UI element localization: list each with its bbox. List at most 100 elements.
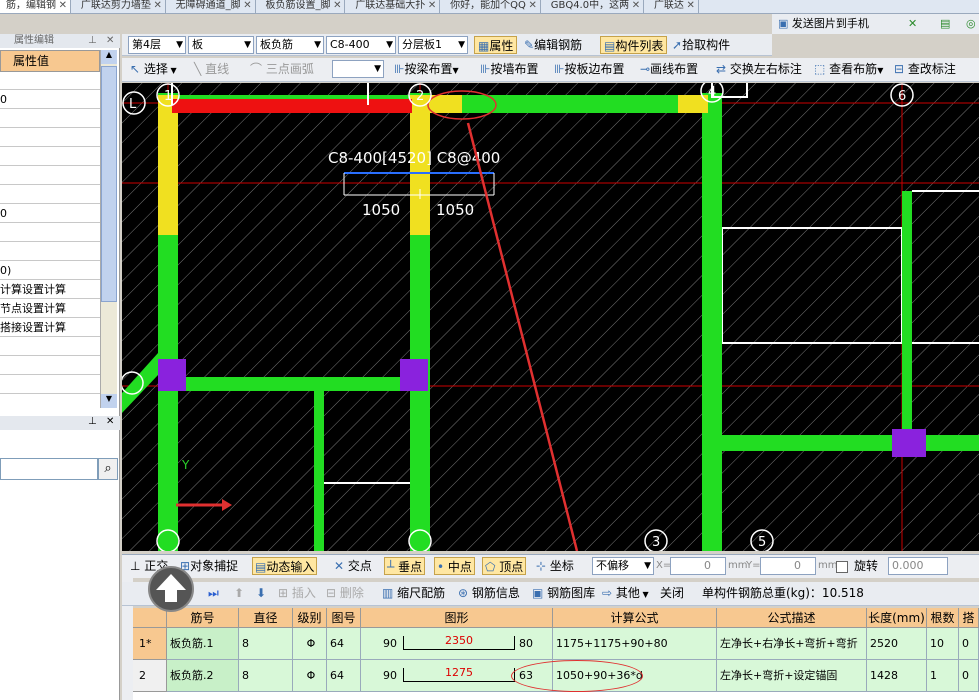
other-menu-button[interactable]: ⇨ 其他 ▼ — [602, 584, 649, 602]
tab-5[interactable]: 你好，能加个QQ ✕ — [444, 0, 541, 13]
select-button[interactable]: ↖ 选择 ▼ — [130, 60, 177, 78]
dynamic-input-toggle[interactable]: ▤动态输入 — [252, 557, 318, 575]
close-icon[interactable]: ✕ — [687, 0, 695, 12]
column-header[interactable]: 搭 — [959, 608, 979, 628]
rebar-grade[interactable]: Φ — [293, 660, 327, 692]
floor-select[interactable]: 第4层 ▼ — [128, 36, 186, 54]
last-record-button[interactable]: ⏭ — [208, 584, 219, 602]
expand-icon[interactable]: ✕ — [908, 14, 917, 34]
midpoint-snap[interactable]: • 中点 — [434, 557, 475, 575]
column-header[interactable]: 公式描述 — [717, 608, 867, 628]
tab-0[interactable]: 筋，编辑钢 ✕ — [0, 0, 71, 13]
column-header[interactable]: 根数 — [927, 608, 959, 628]
rebar-diameter[interactable]: 8 — [239, 628, 293, 660]
scroll-down-icon[interactable]: ▼ — [101, 394, 117, 408]
property-value[interactable] — [0, 357, 100, 375]
pin-icon[interactable]: ⊥ — [88, 416, 97, 427]
rebar-info-button[interactable]: ⊛ 钢筋信息 — [458, 584, 520, 602]
rebar-lap[interactable]: 0 — [959, 660, 979, 692]
close-icon[interactable]: ✕ — [428, 0, 436, 12]
settings-icon[interactable]: ◎ — [966, 14, 976, 34]
formula-description[interactable]: 左净长+弯折+设定锚固 — [717, 660, 867, 692]
column-header[interactable]: 级别 — [293, 608, 327, 628]
move-up-icon[interactable]: ⬆ — [234, 584, 244, 602]
by-wall-button[interactable]: ⊪按墙布置 — [480, 60, 538, 78]
draw-line-button[interactable]: ⊸画线布置 — [640, 60, 698, 78]
arc-mode-select[interactable]: ▼ — [332, 60, 384, 78]
property-value[interactable]: 0) — [0, 262, 100, 280]
close-button[interactable]: 关闭 — [660, 584, 684, 602]
tab-1[interactable]: 广联达剪力墙垫 ✕ — [75, 0, 166, 13]
coordinate-snap[interactable]: ⊹ 坐标 — [536, 557, 574, 575]
rebar-count[interactable]: 10 — [927, 628, 959, 660]
property-value[interactable]: 节点设置计算 — [0, 300, 100, 318]
pin-icon[interactable]: ⊥ — [88, 34, 97, 48]
close-icon[interactable]: ✕ — [106, 34, 114, 48]
intersect-snap[interactable]: ✕ 交点 — [334, 557, 372, 575]
calc-formula[interactable]: 1175+1175+90+80 — [553, 628, 717, 660]
upload-arrow-button[interactable] — [148, 566, 194, 612]
property-scrollbar[interactable]: ▲ ▼ — [100, 50, 117, 408]
row-number[interactable]: 1* — [133, 628, 167, 660]
property-value[interactable] — [0, 72, 100, 90]
close-icon[interactable]: ✕ — [632, 0, 640, 12]
vertex-snap[interactable]: ⬠ 顶点 — [482, 557, 527, 575]
rebar-figure-no[interactable]: 64 — [327, 660, 361, 692]
tab-2[interactable]: 无障碍通道_脚 ✕ — [170, 0, 256, 13]
arc-button[interactable]: ⌒ 三点画弧 — [250, 60, 314, 78]
property-value[interactable] — [0, 110, 100, 128]
formula-description[interactable]: 左净长+右净长+弯折+弯折 — [717, 628, 867, 660]
by-beam-button[interactable]: ⊪按梁布置▼ — [394, 60, 459, 78]
property-value[interactable] — [0, 376, 100, 394]
rebar-name[interactable]: 板负筋.1 — [167, 628, 239, 660]
offset-select[interactable]: 不偏移 ▼ — [592, 557, 654, 575]
rotate-input[interactable]: 0.000 — [888, 557, 948, 575]
property-value[interactable]: 0 — [0, 205, 100, 223]
pick-component-button[interactable]: ➚拾取构件 — [672, 36, 730, 54]
rebar-count[interactable]: 1 — [927, 660, 959, 692]
close-icon[interactable]: ✕ — [529, 0, 537, 12]
delete-button[interactable]: ⊟ 删除 — [326, 584, 364, 602]
property-value[interactable] — [0, 129, 100, 147]
by-slab-edge-button[interactable]: ⊪按板边布置 — [554, 60, 624, 78]
rebar-lap[interactable]: 0 — [959, 628, 979, 660]
component-type-select[interactable]: 板 ▼ — [188, 36, 254, 54]
scroll-thumb[interactable] — [101, 66, 117, 302]
y-input[interactable]: 0 — [760, 557, 816, 575]
search-icon[interactable]: ⌕ — [98, 458, 118, 480]
view-layout-button[interactable]: ⬚ 查看布筋▼ — [814, 60, 883, 78]
close-icon[interactable]: ✕ — [106, 416, 114, 427]
tab-4[interactable]: 广联达基础大扑 ✕ — [349, 0, 441, 13]
component-search-input[interactable] — [0, 458, 98, 480]
rebar-length[interactable]: 1428 — [867, 660, 927, 692]
drawing-canvas[interactable]: C8-400[4520] C8@400 1050 1050 L 1 2 4 6 … — [122, 83, 979, 551]
edit-rebar-button[interactable]: ✎编辑钢筋 — [524, 36, 582, 54]
tab-3[interactable]: 板负筋设置_脚 ✕ — [259, 0, 346, 13]
edit-label-button[interactable]: ⊟ 查改标注 — [894, 60, 956, 78]
property-value[interactable]: 计算设置计算 — [0, 281, 100, 299]
close-icon[interactable]: ✕ — [243, 0, 251, 12]
component-list-button[interactable]: ▤构件列表 — [600, 36, 668, 54]
property-value[interactable] — [0, 243, 100, 261]
tab-7[interactable]: 广联达 ✕ — [648, 0, 699, 13]
save-icon[interactable]: ▤ — [940, 14, 950, 34]
property-value[interactable] — [0, 167, 100, 185]
sub-type-select[interactable]: 板负筋 ▼ — [256, 36, 324, 54]
rebar-name[interactable]: 板负筋.2 — [167, 660, 239, 692]
rotate-checkbox[interactable] — [836, 561, 848, 573]
move-down-icon[interactable]: ⬇ — [256, 584, 266, 602]
properties-button[interactable]: ▦属性 — [474, 36, 518, 54]
rebar-length[interactable]: 2520 — [867, 628, 927, 660]
column-header[interactable]: 计算公式 — [553, 608, 717, 628]
rebar-grade[interactable]: Φ — [293, 628, 327, 660]
line-button[interactable]: ╲ 直线 — [194, 60, 229, 78]
rebar-diameter[interactable]: 8 — [239, 660, 293, 692]
layer-select[interactable]: 分层板1 ▼ — [398, 36, 468, 54]
close-icon[interactable]: ✕ — [59, 0, 67, 12]
rebar-figure-no[interactable]: 64 — [327, 628, 361, 660]
property-value[interactable] — [0, 148, 100, 166]
property-value[interactable] — [0, 224, 100, 242]
rebar-shape[interactable]: 90 2350 80 — [361, 628, 553, 660]
row-number[interactable]: 2 — [133, 660, 167, 692]
scroll-up-icon[interactable]: ▲ — [101, 50, 117, 64]
